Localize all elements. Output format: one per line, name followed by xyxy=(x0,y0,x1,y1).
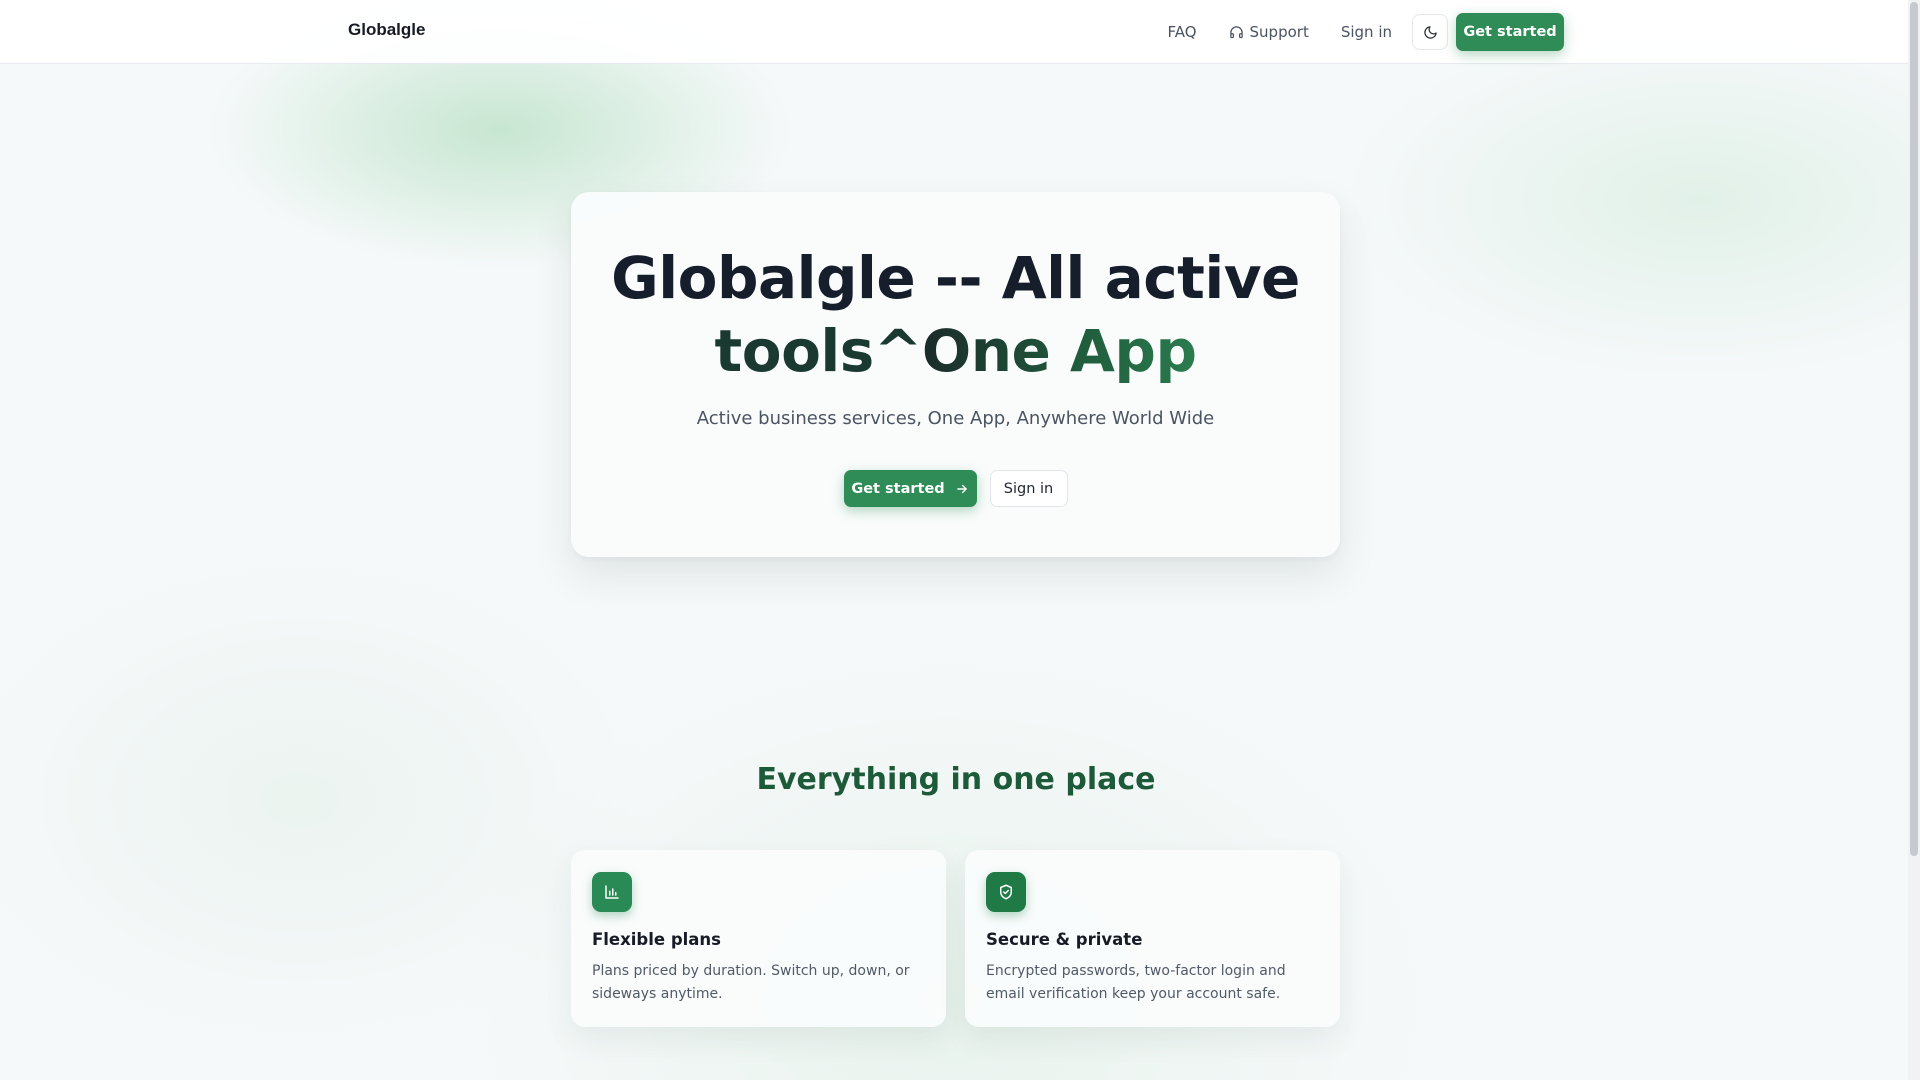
hero-subtitle: Active business services, One App, Anywh… xyxy=(696,408,1215,429)
hero-title-line1: Globalgle -- All active xyxy=(611,244,1300,312)
hero-title: Globalgle -- All active tools^One App xyxy=(571,242,1340,388)
feature-card-secure-private: Secure & private Encrypted passwords, tw… xyxy=(965,850,1340,1027)
hero-title-line2-prefix: tools^ xyxy=(714,317,923,385)
hero-card: Globalgle -- All active tools^One App Ac… xyxy=(571,192,1340,557)
top-navbar: Globalgle FAQ Support Sign in Get starte… xyxy=(0,0,1920,64)
page-scrollbar[interactable] xyxy=(1908,0,1920,1080)
hero-sign-in-button[interactable]: Sign in xyxy=(989,470,1068,507)
hero-actions: Get started Sign in xyxy=(571,470,1340,507)
brand-logo[interactable]: Globalgle xyxy=(348,20,425,40)
feature-card-flexible-plans: Flexible plans Plans priced by duration.… xyxy=(571,850,946,1027)
feature-title: Secure & private xyxy=(986,930,1143,949)
nav-faq-link[interactable]: FAQ xyxy=(1151,13,1212,51)
features-section-title: Everything in one place xyxy=(756,762,1156,797)
feature-title: Flexible plans xyxy=(592,930,721,949)
nav-support-label: Support xyxy=(1249,23,1309,41)
nav-faq-label: FAQ xyxy=(1167,23,1197,41)
shield-check-icon xyxy=(986,872,1026,912)
moon-icon xyxy=(1423,25,1438,40)
arrow-right-icon xyxy=(955,482,969,496)
hero-title-line2-highlight: One App xyxy=(921,317,1197,385)
theme-toggle-button[interactable] xyxy=(1412,14,1448,50)
nav-support-link[interactable]: Support xyxy=(1213,13,1325,51)
nav-get-started-label: Get started xyxy=(1463,24,1557,40)
nav-actions: FAQ Support Sign in Get started xyxy=(1151,13,1564,51)
nav-signin-label: Sign in xyxy=(1340,23,1392,41)
nav-signin-link[interactable]: Sign in xyxy=(1325,13,1408,51)
feature-description: Encrypted passwords, two-factor login an… xyxy=(986,963,1286,1002)
hero-get-started-label: Get started xyxy=(851,480,945,497)
hero-get-started-button[interactable]: Get started xyxy=(843,470,977,507)
headset-icon xyxy=(1229,25,1244,40)
feature-description: Plans priced by duration. Switch up, dow… xyxy=(592,963,910,1002)
hero-sign-in-label: Sign in xyxy=(1003,480,1054,497)
nav-get-started-button[interactable]: Get started xyxy=(1456,13,1564,51)
bar-chart-icon xyxy=(592,872,632,912)
scrollbar-thumb[interactable] xyxy=(1910,2,1918,856)
